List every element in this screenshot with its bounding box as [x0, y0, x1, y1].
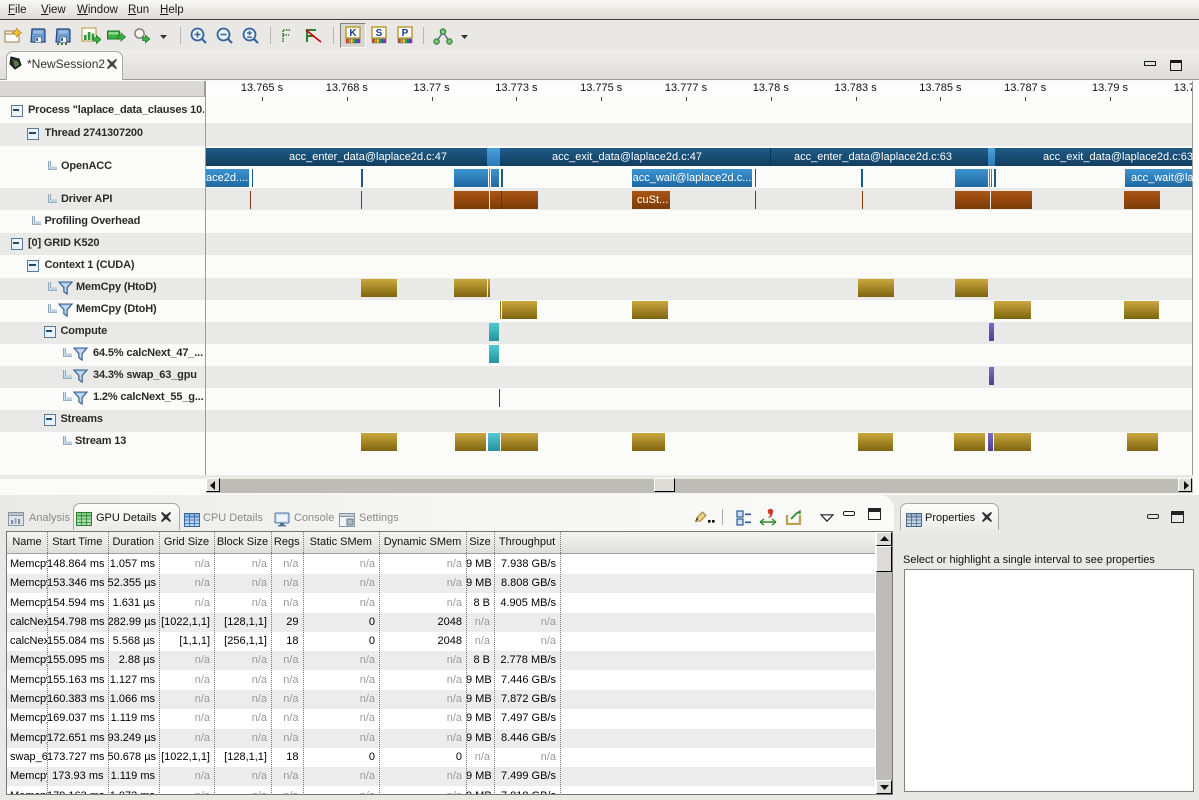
- svg-text:P: P: [402, 28, 409, 39]
- svg-text:K: K: [349, 28, 357, 39]
- svg-text:S: S: [376, 28, 383, 39]
